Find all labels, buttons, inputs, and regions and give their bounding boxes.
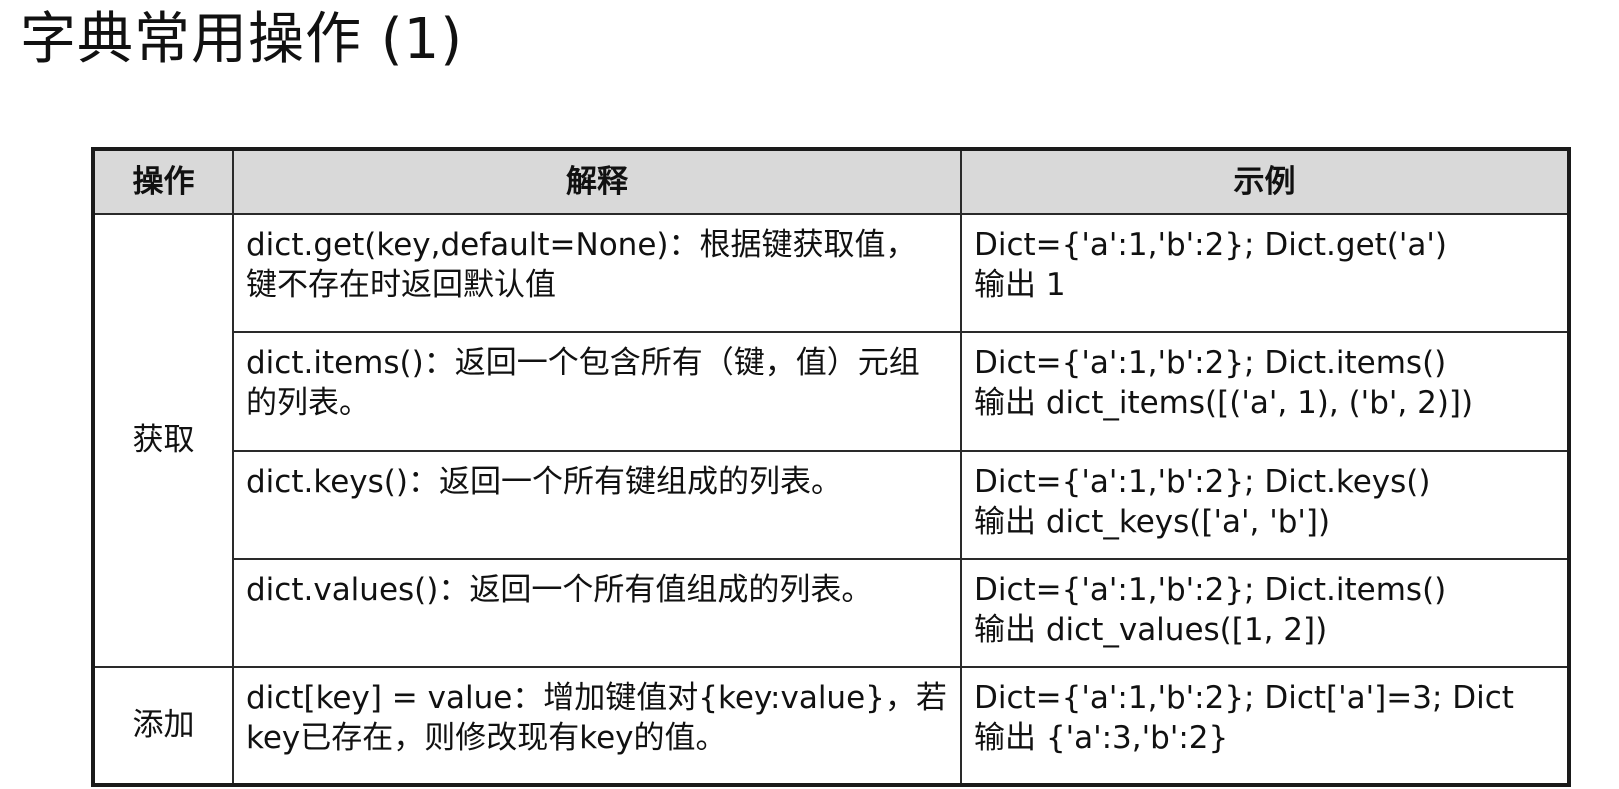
table-row: dict.keys()：返回一个所有键组成的列表。 Dict={'a':1,'b… [93,449,1570,560]
description-cell: dict.items()：返回一个包含所有（键，值）元组 的列表。 [232,331,962,452]
example-line: Dict={'a':1,'b':2}; Dict.items() [974,571,1447,608]
example-line: Dict={'a':1,'b':2}; Dict.get('a') [974,227,1448,263]
table-row: dict.items()：返回一个包含所有（键，值）元组 的列表。 Dict={… [93,331,1570,452]
description-line: 键不存在时返回默认值 [246,267,556,303]
example-line: 输出 1 [974,267,1066,303]
table-row: 添加 dict[key] = value：增加键值对{key:value}，若 … [92,665,1570,787]
example-line: Dict={'a':1,'b':2}; Dict.items() [974,345,1447,382]
operation-cell-add: 添加 [92,665,234,787]
example-cell: Dict={'a':1,'b':2}; Dict.items() 输出 dict… [960,557,1570,668]
header-operation: 操作 [92,148,234,215]
example-line: Dict={'a':1,'b':2}; Dict.keys() [974,463,1431,500]
description-cell: dict.get(key,default=None)：根据键获取值， 键不存在时… [232,212,962,334]
description-line: key已存在，则修改现有key的值。 [246,719,727,756]
description-line: dict.items()：返回一个包含所有（键，值）元组 [246,345,920,382]
example-line: 输出 dict_keys(['a', 'b']) [974,503,1331,540]
example-cell: Dict={'a':1,'b':2}; Dict['a']=3; Dict 输出… [960,665,1570,787]
table-row: dict.values()：返回一个所有值组成的列表。 Dict={'a':1,… [93,557,1570,668]
operation-cell-get: 获取 [92,213,234,668]
description-line: 的列表。 [246,385,370,422]
table-header-row: 操作 解释 示例 [92,148,1570,215]
example-cell: Dict={'a':1,'b':2}; Dict.keys() 输出 dict_… [960,449,1570,560]
example-line: 输出 dict_items([('a', 1), ('b', 2)]) [974,385,1474,422]
description-line: dict.get(key,default=None)：根据键获取值， [246,227,917,263]
description-cell: dict.keys()：返回一个所有键组成的列表。 [232,449,962,560]
description-line: dict.keys()：返回一个所有键组成的列表。 [246,463,842,500]
page-title: 字典常用操作 (1) [20,7,464,72]
example-cell: Dict={'a':1,'b':2}; Dict.items() 输出 dict… [960,331,1570,452]
table-row: 获取 dict.get(key,default=None)：根据键获取值， 键不… [92,212,1570,668]
description-line: dict.values()：返回一个所有值组成的列表。 [246,571,873,608]
description-line: dict[key] = value：增加键值对{key:value}，若 [246,679,947,716]
description-cell: dict.values()：返回一个所有值组成的列表。 [232,557,962,668]
dict-operations-table: 操作 解释 示例 获取 dict.get(key,default=None)：根… [91,147,1571,787]
description-cell: dict[key] = value：增加键值对{key:value}，若 key… [232,665,962,787]
example-cell: Dict={'a':1,'b':2}; Dict.get('a') 输出 1 [960,212,1570,334]
example-line: 输出 dict_values([1, 2]) [974,611,1328,648]
header-example: 示例 [960,148,1570,215]
example-line: Dict={'a':1,'b':2}; Dict['a']=3; Dict [974,679,1514,716]
header-explanation: 解释 [232,148,962,215]
example-line: 输出 {'a':3,'b':2} [974,719,1229,756]
